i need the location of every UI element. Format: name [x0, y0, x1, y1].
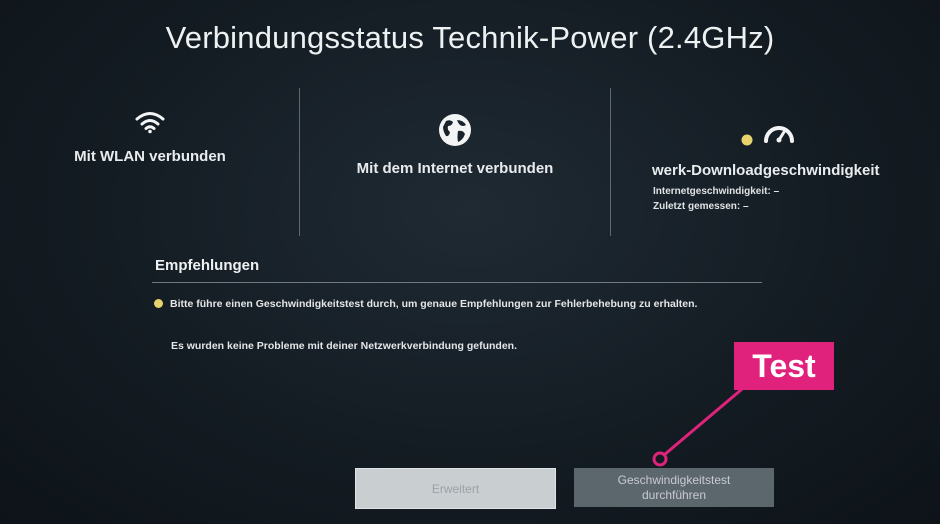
- annotation-badge: Test: [734, 342, 834, 390]
- annotation-pointer: [652, 382, 749, 467]
